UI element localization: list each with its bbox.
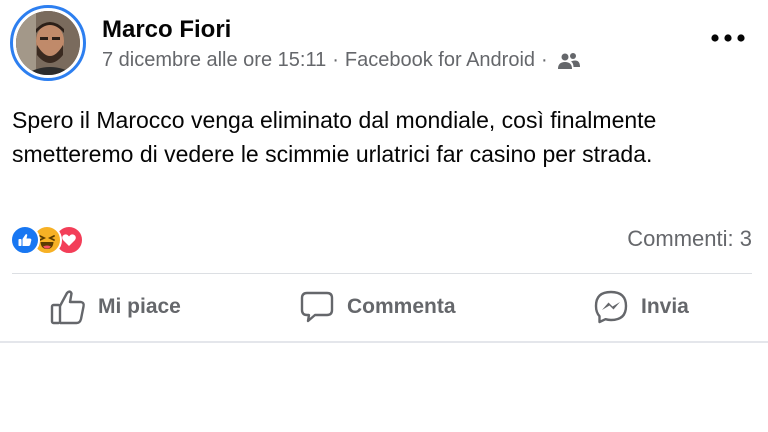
lower-blank-area <box>0 343 768 432</box>
post-text: Spero il Marocco venga eliminato dal mon… <box>12 107 657 167</box>
meta-separator: · <box>332 49 339 71</box>
author-name[interactable]: Marco Fiori <box>102 16 231 44</box>
share-button[interactable]: Invia <box>593 276 689 338</box>
like-button[interactable]: Mi piace <box>50 276 181 338</box>
comment-label: Commenta <box>347 295 456 318</box>
meta-separator-2: · <box>541 49 548 71</box>
like-reaction-icon <box>10 225 40 255</box>
post-actions: Mi piace Commenta Invia <box>0 276 768 338</box>
post-timestamp[interactable]: 7 dicembre alle ore 15:11 <box>102 49 326 72</box>
comments-count[interactable]: Commenti: 3 <box>627 226 752 252</box>
post-meta: 7 dicembre alle ore 15:11 · Facebook for… <box>102 49 580 72</box>
post-source: Facebook for Android <box>344 49 536 71</box>
avatar[interactable] <box>10 5 86 81</box>
facebook-post: Marco Fiori 7 dicembre alle ore 15:11 · … <box>0 0 768 432</box>
post-header: Marco Fiori 7 dicembre alle ore 15:11 · … <box>0 0 768 90</box>
divider <box>12 273 752 274</box>
reactions-summary[interactable] <box>10 224 84 256</box>
avatar-photo <box>16 11 80 75</box>
more-options-button[interactable] <box>708 26 748 50</box>
like-label: Mi piace <box>98 295 181 318</box>
share-label: Invia <box>641 295 689 318</box>
more-options-icon <box>711 34 745 42</box>
person-photo-icon <box>16 11 80 75</box>
comment-bubble-icon <box>300 291 334 323</box>
thumbs-up-icon <box>50 290 85 325</box>
messenger-icon <box>594 290 628 324</box>
friends-icon[interactable] <box>557 52 580 70</box>
comment-button[interactable]: Commenta <box>299 276 456 338</box>
